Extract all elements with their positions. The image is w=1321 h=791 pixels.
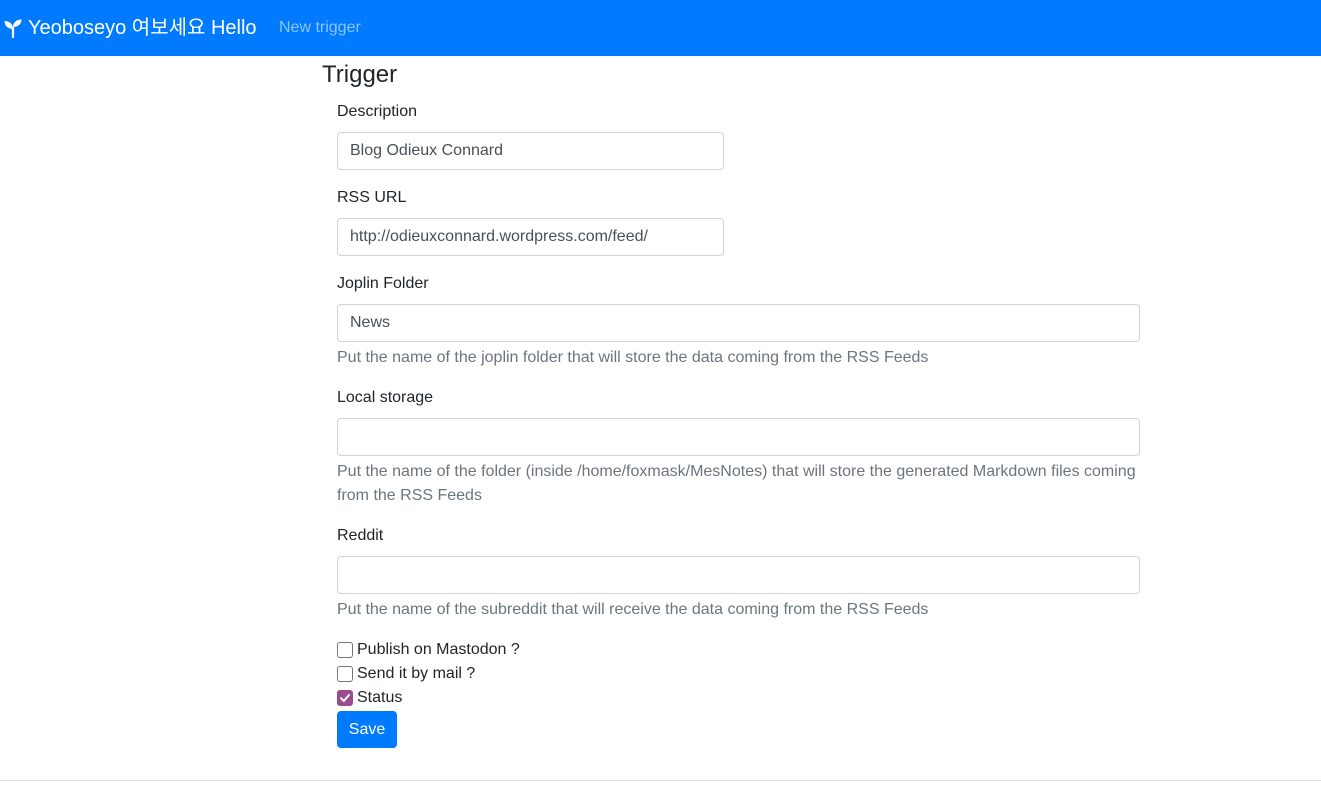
brand-link[interactable]: Yeoboseyo 여보세요 Hello xyxy=(3,14,257,42)
checkmark-icon xyxy=(340,694,350,702)
mastodon-option: Publish on Mastodon ? xyxy=(337,639,520,661)
joplin-folder-help: Put the name of the joplin folder that w… xyxy=(337,349,929,366)
top-navbar: Yeoboseyo 여보세요 Hello New trigger xyxy=(0,0,1321,56)
local-storage-label: Local storage xyxy=(337,389,434,406)
rss-url-input[interactable] xyxy=(337,218,724,256)
save-button[interactable]: Save xyxy=(337,711,397,748)
rss-url-label: RSS URL xyxy=(337,189,407,206)
status-checkbox-label[interactable]: Status xyxy=(357,688,402,708)
brand-title: Yeoboseyo 여보세요 Hello xyxy=(28,17,257,39)
description-label: Description xyxy=(337,103,418,120)
mail-option: Send it by mail ? xyxy=(337,663,475,685)
joplin-folder-input[interactable] xyxy=(337,304,1140,342)
footer-divider xyxy=(0,780,1321,781)
status-option: Status xyxy=(337,687,402,709)
mastodon-checkbox[interactable] xyxy=(337,642,353,658)
status-checkbox[interactable] xyxy=(337,690,353,706)
mail-checkbox-label[interactable]: Send it by mail ? xyxy=(357,664,475,684)
nav-new-trigger[interactable]: New trigger xyxy=(279,18,361,38)
local-storage-input[interactable] xyxy=(337,418,1140,456)
reddit-input[interactable] xyxy=(337,556,1140,594)
reddit-label: Reddit xyxy=(337,527,384,544)
seedling-icon xyxy=(4,19,22,38)
description-input[interactable] xyxy=(337,132,724,170)
reddit-help: Put the name of the subreddit that will … xyxy=(337,601,929,618)
joplin-folder-label: Joplin Folder xyxy=(337,275,429,292)
mail-checkbox[interactable] xyxy=(337,666,353,682)
page-title: Trigger xyxy=(322,61,398,88)
mastodon-checkbox-label[interactable]: Publish on Mastodon ? xyxy=(357,640,520,660)
local-storage-help: Put the name of the folder (inside /home… xyxy=(337,463,1136,504)
